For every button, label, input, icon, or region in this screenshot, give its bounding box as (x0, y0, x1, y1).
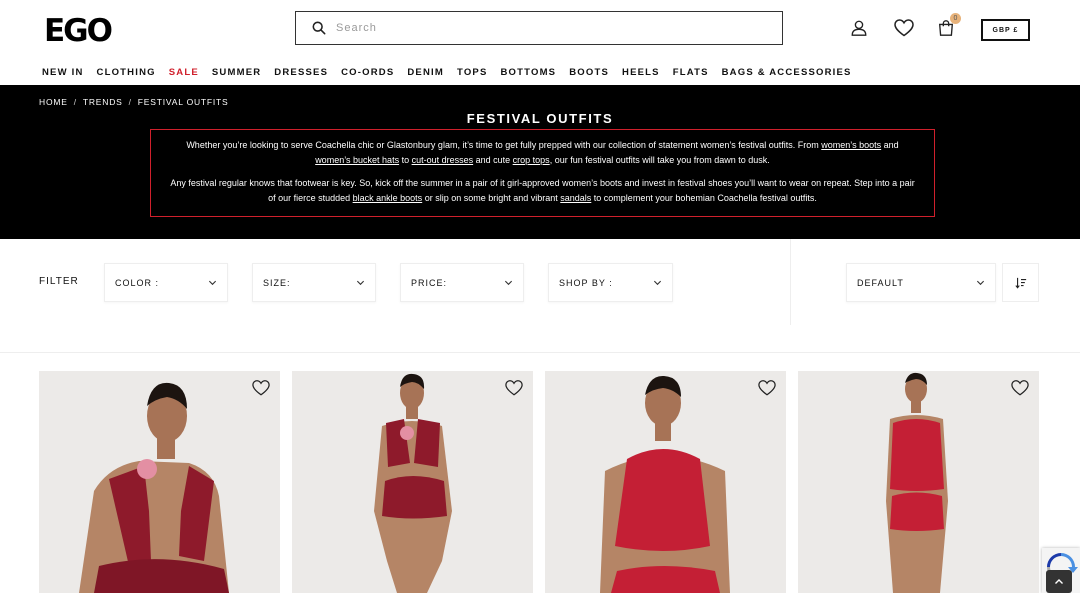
breadcrumb-trends[interactable]: TRENDS (83, 97, 123, 107)
product-image[interactable] (545, 371, 786, 593)
wishlist-icon[interactable] (893, 17, 915, 39)
product-image[interactable] (292, 371, 533, 593)
section-divider (0, 352, 1080, 353)
chevron-down-icon (356, 280, 365, 286)
wishlist-heart-icon[interactable] (1011, 379, 1029, 397)
nav-denim[interactable]: DENIM (407, 66, 444, 80)
text: Whether you’re looking to serve Coachell… (186, 140, 822, 150)
breadcrumb-current: FESTIVAL OUTFITS (137, 97, 229, 107)
chevron-down-icon (504, 280, 513, 286)
color-filter-label: COLOR : (115, 277, 160, 288)
product-image[interactable] (39, 371, 280, 593)
product-card[interactable] (545, 371, 786, 593)
shop-by-filter-label: SHOP BY : (559, 277, 613, 288)
nav-bottoms[interactable]: BOTTOMS (501, 66, 557, 80)
text: and (881, 140, 899, 150)
category-hero: HOME / TRENDS / FESTIVAL OUTFITS FESTIVA… (0, 85, 1080, 239)
description-paragraph: Whether you’re looking to serve Coachell… (169, 138, 916, 168)
link-sandals[interactable]: sandals (560, 193, 591, 203)
price-filter-label: PRICE: (411, 277, 448, 288)
sort-descending-icon (1014, 277, 1026, 289)
currency-selector[interactable]: GBP £ (981, 19, 1030, 41)
nav-heels[interactable]: HEELS (622, 66, 660, 80)
sort-label: DEFAULT (857, 277, 904, 288)
breadcrumb-home[interactable]: HOME (39, 97, 68, 107)
nav-summer[interactable]: SUMMER (212, 66, 261, 80)
nav-bags-accessories[interactable]: BAGS & ACCESSORIES (722, 66, 852, 80)
product-card[interactable] (39, 371, 280, 593)
product-image[interactable] (798, 371, 1039, 593)
account-icon[interactable] (848, 17, 870, 39)
nav-co-ords[interactable]: CO-ORDS (341, 66, 394, 80)
nav-clothing[interactable]: CLOTHING (97, 66, 156, 80)
nav-boots[interactable]: BOOTS (569, 66, 609, 80)
filter-divider (790, 239, 791, 325)
chevron-down-icon (208, 280, 217, 286)
wishlist-heart-icon[interactable] (252, 379, 270, 397)
text: to complement your bohemian Coachella fe… (591, 193, 817, 203)
product-card[interactable] (798, 371, 1039, 593)
nav-dresses[interactable]: DRESSES (274, 66, 328, 80)
search-bar[interactable] (295, 11, 783, 45)
chevron-down-icon (976, 280, 985, 286)
size-filter-label: SIZE: (263, 277, 291, 288)
nav-sale[interactable]: SALE (169, 66, 199, 80)
nav-tops[interactable]: TOPS (457, 66, 488, 80)
breadcrumb: HOME / TRENDS / FESTIVAL OUTFITS (39, 97, 229, 107)
category-description: Whether you’re looking to serve Coachell… (150, 129, 935, 217)
size-filter-dropdown[interactable]: SIZE: (252, 263, 376, 302)
link-black-ankle-boots[interactable]: black ankle boots (353, 193, 423, 203)
main-nav: NEW IN CLOTHING SALE SUMMER DRESSES CO-O… (42, 66, 865, 80)
product-card[interactable] (292, 371, 533, 593)
text: and cute (473, 155, 513, 165)
text: , our fun festival outfits will take you… (549, 155, 770, 165)
chevron-down-icon (653, 280, 662, 286)
scroll-to-top-button[interactable] (1046, 570, 1072, 593)
page-title: FESTIVAL OUTFITS (466, 111, 614, 126)
color-filter-dropdown[interactable]: COLOR : (104, 263, 228, 302)
link-cut-out-dresses[interactable]: cut-out dresses (412, 155, 474, 165)
chevron-up-icon (1055, 578, 1063, 584)
breadcrumb-separator: / (73, 97, 77, 107)
wishlist-heart-icon[interactable] (505, 379, 523, 397)
search-icon (312, 21, 326, 35)
shop-by-filter-dropdown[interactable]: SHOP BY : (548, 263, 673, 302)
brand-logo[interactable]: EGO (44, 12, 113, 50)
price-filter-dropdown[interactable]: PRICE: (400, 263, 524, 302)
cart-count-badge: 0 (950, 13, 961, 24)
link-crop-tops[interactable]: crop tops (513, 155, 550, 165)
nav-flats[interactable]: FLATS (673, 66, 709, 80)
link-womens-boots[interactable]: women’s boots (821, 140, 881, 150)
sort-direction-button[interactable] (1002, 263, 1039, 302)
nav-new-in[interactable]: NEW IN (42, 66, 84, 80)
sort-dropdown[interactable]: DEFAULT (846, 263, 996, 302)
text: or slip on some bright and vibrant (422, 193, 561, 203)
search-input[interactable] (336, 22, 756, 34)
description-paragraph: Any festival regular knows that footwear… (169, 176, 916, 206)
cart-icon[interactable]: 0 (935, 13, 961, 39)
text: to (399, 155, 412, 165)
breadcrumb-separator: / (128, 97, 132, 107)
filter-label: FILTER (39, 276, 79, 287)
wishlist-heart-icon[interactable] (758, 379, 776, 397)
link-bucket-hats[interactable]: women’s bucket hats (315, 155, 399, 165)
